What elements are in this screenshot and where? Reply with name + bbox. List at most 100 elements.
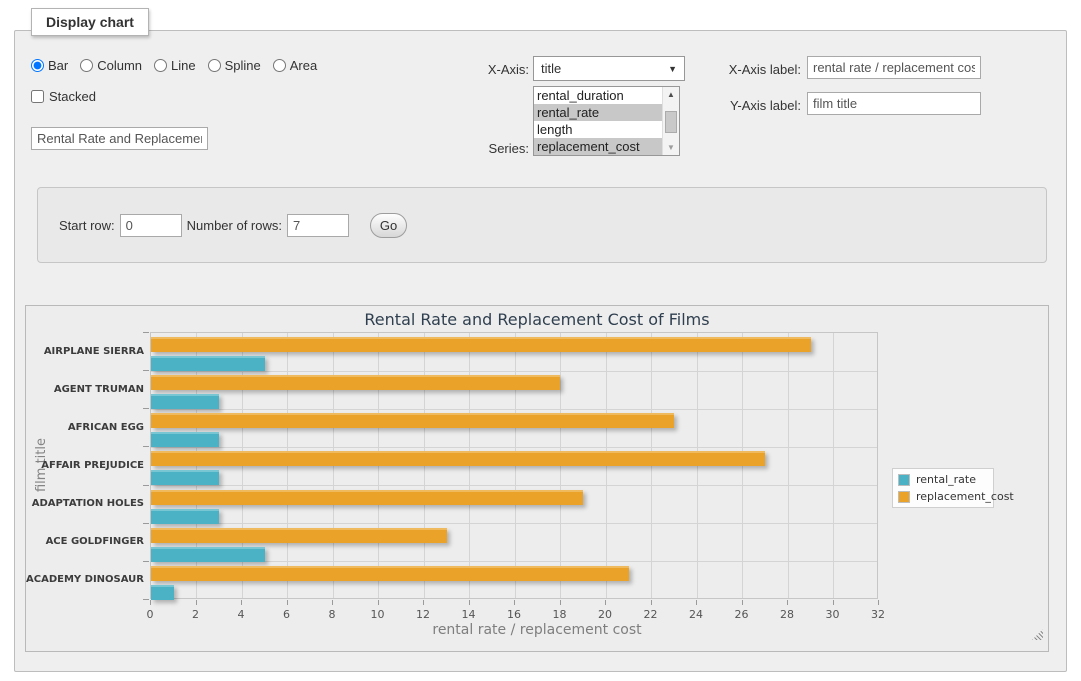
chart-title: Rental Rate and Replacement Cost of Film… <box>26 310 1048 329</box>
x-tick-mark <box>196 600 197 605</box>
chart-type-option-spline[interactable]: Spline <box>208 58 261 73</box>
x-axis-label-input[interactable] <box>807 56 981 79</box>
y-tick-mark <box>143 446 149 447</box>
x-tick-label: 0 <box>147 608 154 621</box>
chart-type-option-label: Column <box>97 58 142 73</box>
chart-title-input[interactable] <box>31 127 208 150</box>
series-option-rental_rate[interactable]: rental_rate <box>534 104 662 121</box>
bar-replacement_cost <box>151 337 811 352</box>
bar-replacement_cost <box>151 375 560 390</box>
x-axis-title: rental rate / replacement cost <box>26 622 1048 638</box>
chart-type-radio-spline[interactable] <box>208 59 221 72</box>
x-axis-select-value: title <box>541 61 561 76</box>
bar-rental_rate <box>151 585 174 600</box>
y-tick-mark <box>143 599 149 600</box>
x-tick-mark <box>787 600 788 605</box>
x-axis-field-label: X-Axis: <box>435 62 529 77</box>
legend-swatch <box>898 491 910 503</box>
bar-replacement_cost <box>151 413 674 428</box>
x-tick-mark <box>469 600 470 605</box>
category-label: AFFAIR PREJUDICE <box>26 446 144 484</box>
scroll-down-icon[interactable]: ▼ <box>663 140 679 155</box>
start-row-input[interactable] <box>120 214 182 237</box>
legend-label: replacement_cost <box>916 490 1014 503</box>
x-tick-mark <box>742 600 743 605</box>
start-row-label: Start row: <box>59 218 115 233</box>
legend-swatch <box>898 474 910 486</box>
x-tick-mark <box>605 600 606 605</box>
series-listbox[interactable]: rental_durationrental_ratelengthreplacem… <box>533 86 680 156</box>
x-tick-mark <box>651 600 652 605</box>
x-tick-label: 22 <box>644 608 658 621</box>
x-tick-label: 28 <box>780 608 794 621</box>
legend-label: rental_rate <box>916 473 976 486</box>
chart-type-radio-line[interactable] <box>154 59 167 72</box>
chart-type-option-bar[interactable]: Bar <box>31 58 68 73</box>
display-chart-fieldset: Display chart BarColumnLineSplineArea St… <box>14 30 1067 672</box>
series-option-rental_duration[interactable]: rental_duration <box>534 87 662 104</box>
chart-type-radio-bar[interactable] <box>31 59 44 72</box>
category-label: ACE GOLDFINGER <box>26 523 144 561</box>
x-tick-label: 2 <box>192 608 199 621</box>
bar-rental_rate <box>151 356 265 371</box>
go-button[interactable]: Go <box>370 213 407 238</box>
y-axis-label-input[interactable] <box>807 92 981 115</box>
category-label: ACADEMY DINOSAUR <box>26 561 144 599</box>
x-tick-label: 4 <box>238 608 245 621</box>
series-option-length[interactable]: length <box>534 121 662 138</box>
chart-type-option-column[interactable]: Column <box>80 58 142 73</box>
scroll-up-icon[interactable]: ▲ <box>663 87 679 102</box>
x-tick-label: 32 <box>871 608 885 621</box>
bar-replacement_cost <box>151 566 629 581</box>
x-tick-mark <box>150 600 151 605</box>
chart-type-option-label: Bar <box>48 58 68 73</box>
number-of-rows-input[interactable] <box>287 214 349 237</box>
y-tick-mark <box>143 370 149 371</box>
category-label: AIRPLANE SIERRA <box>26 332 144 370</box>
chart-legend: rental_rate replacement_cost <box>892 468 994 508</box>
x-tick-mark <box>287 600 288 605</box>
x-tick-mark <box>332 600 333 605</box>
y-tick-mark <box>143 561 149 562</box>
series-listbox-scrollbar[interactable]: ▲ ▼ <box>662 87 679 155</box>
category-label: ADAPTATION HOLES <box>26 485 144 523</box>
x-tick-label: 12 <box>416 608 430 621</box>
x-tick-mark <box>423 600 424 605</box>
gridline-vertical <box>788 333 789 598</box>
chart-type-option-line[interactable]: Line <box>154 58 196 73</box>
chart-type-option-label: Line <box>171 58 196 73</box>
legend-item-replacement_cost: replacement_cost <box>898 490 988 503</box>
bar-replacement_cost <box>151 528 447 543</box>
fieldset-legend: Display chart <box>31 8 149 36</box>
bar-replacement_cost <box>151 451 765 466</box>
chart-type-radio-area[interactable] <box>273 59 286 72</box>
chart-type-option-area[interactable]: Area <box>273 58 317 73</box>
chart-type-option-label: Spline <box>225 58 261 73</box>
scrollbar-thumb[interactable] <box>665 111 677 133</box>
x-tick-label: 18 <box>553 608 567 621</box>
page: Display chart Bar Column Line Spline Area St… <box>0 0 1081 681</box>
y-tick-mark <box>143 332 149 333</box>
category-label: AFRICAN EGG <box>26 408 144 446</box>
x-tick-label: 6 <box>283 608 290 621</box>
stacked-checkbox-row[interactable]: Stacked <box>31 89 96 104</box>
number-of-rows-label: Number of rows: <box>187 218 282 233</box>
stacked-checkbox[interactable] <box>31 90 44 103</box>
y-axis-label-field-label: Y-Axis label: <box>691 98 801 113</box>
chart-container: Rental Rate and Replacement Cost of Film… <box>25 305 1049 652</box>
y-tick-mark <box>143 523 149 524</box>
x-axis-select[interactable]: title ▼ <box>533 56 685 81</box>
x-tick-label: 14 <box>462 608 476 621</box>
gridline-horizontal <box>151 523 877 524</box>
chart-type-option-label: Area <box>290 58 317 73</box>
chart-type-radio-column[interactable] <box>80 59 93 72</box>
gridline-horizontal <box>151 485 877 486</box>
dropdown-arrow-icon: ▼ <box>668 64 677 74</box>
series-option-replacement_cost[interactable]: replacement_cost <box>534 138 662 155</box>
gridline-horizontal <box>151 409 877 410</box>
x-axis-label-field-label: X-Axis label: <box>691 62 801 77</box>
x-tick-mark <box>241 600 242 605</box>
bar-rental_rate <box>151 547 265 562</box>
x-tick-mark <box>878 600 879 605</box>
bar-rental_rate <box>151 509 219 524</box>
